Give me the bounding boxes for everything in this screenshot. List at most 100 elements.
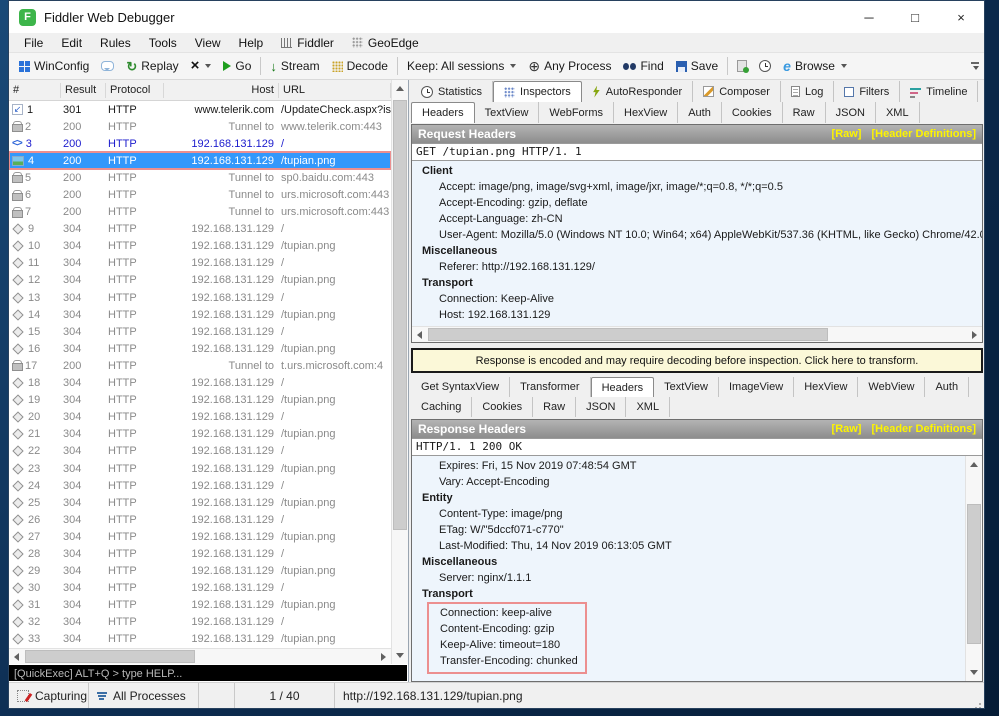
tab-log[interactable]: Log	[781, 81, 834, 102]
toolbar-winconfig-button[interactable]: WinConfig	[13, 55, 95, 77]
session-list-header[interactable]: #ResultProtocolHostURL	[9, 80, 391, 101]
tab-statistics[interactable]: Statistics	[411, 81, 493, 102]
response-tab-transformer[interactable]: Transformer	[510, 377, 591, 397]
toolbar-clipboard-button[interactable]	[731, 55, 753, 77]
scroll-down-icon[interactable]	[970, 670, 978, 675]
tab-inspectors[interactable]: Inspectors	[493, 81, 582, 102]
session-row[interactable]: ↙1301HTTPwww.telerik.com/UpdateCheck.asp…	[9, 101, 391, 118]
session-row[interactable]: 24304HTTP192.168.131.129/	[9, 477, 391, 494]
capturing-indicator[interactable]: Capturing	[9, 683, 89, 708]
request-tab-headers[interactable]: Headers	[411, 102, 475, 123]
header-group[interactable]: Transport	[412, 275, 982, 291]
response-vscrollbar[interactable]	[965, 456, 982, 681]
session-row[interactable]: 7200HTTPTunnel tours.microsoft.com:443	[9, 204, 391, 221]
toolbar-any-process-button[interactable]: ⊕Any Process	[522, 55, 617, 77]
vscroll-thumb[interactable]	[967, 504, 981, 644]
column-header-url[interactable]: URL	[279, 83, 391, 98]
header-item[interactable]: ETag: W/"5dccf071-c770"	[412, 522, 965, 538]
toolbar-save-button[interactable]: Save	[670, 55, 724, 77]
session-row[interactable]: 18304HTTP192.168.131.129/	[9, 375, 391, 392]
toolbar-decode-button[interactable]: Decode	[326, 55, 394, 77]
session-row[interactable]: 22304HTTP192.168.131.129/	[9, 443, 391, 460]
session-row[interactable]: 30304HTTP192.168.131.129/	[9, 580, 391, 597]
request-header-definitions-link[interactable]: [Header Definitions]	[871, 128, 976, 140]
hscroll-thumb[interactable]	[25, 650, 195, 663]
header-item[interactable]: Connection: Keep-Alive	[412, 291, 982, 307]
response-tab-imageview[interactable]: ImageView	[719, 377, 794, 397]
session-list-hscrollbar[interactable]	[9, 648, 391, 664]
session-row[interactable]: 6200HTTPTunnel tours.microsoft.com:443	[9, 186, 391, 203]
response-tab-caching[interactable]: Caching	[411, 397, 472, 417]
toolbar-find-button[interactable]: Find	[617, 55, 669, 77]
response-tab-xml[interactable]: XML	[626, 397, 670, 417]
toolbar-replay-button[interactable]: ↻Replay	[120, 55, 184, 77]
request-tab-webforms[interactable]: WebForms	[539, 102, 614, 123]
header-group[interactable]: Transport	[412, 586, 965, 602]
menu-item-edit[interactable]: Edit	[52, 33, 91, 52]
header-item[interactable]: Host: 192.168.131.129	[412, 307, 982, 323]
header-item[interactable]: Vary: Accept-Encoding	[412, 474, 965, 490]
menu-item-file[interactable]: File	[15, 33, 52, 52]
request-tab-textview[interactable]: TextView	[475, 102, 540, 123]
session-row[interactable]: 27304HTTP192.168.131.129/tupian.png	[9, 528, 391, 545]
request-tab-hexview[interactable]: HexView	[614, 102, 678, 123]
menu-item-help[interactable]: Help	[230, 33, 273, 52]
session-row[interactable]: 19304HTTP192.168.131.129/tupian.png	[9, 392, 391, 409]
request-tab-xml[interactable]: XML	[876, 102, 920, 123]
header-group[interactable]: Entity	[412, 490, 965, 506]
scroll-up-icon[interactable]	[970, 462, 978, 467]
minimize-button[interactable]: ─	[846, 1, 892, 33]
request-status-line[interactable]: GET /tupian.png HTTP/1. 1	[412, 143, 982, 161]
session-row[interactable]: 4200HTTP192.168.131.129/tupian.png	[9, 152, 391, 169]
header-group[interactable]: Miscellaneous	[412, 554, 965, 570]
session-row[interactable]: 9304HTTP192.168.131.129/	[9, 221, 391, 238]
vscroll-thumb[interactable]	[393, 100, 407, 530]
response-tab-hexview[interactable]: HexView	[794, 377, 858, 397]
session-row[interactable]: <>3200HTTP192.168.131.129/	[9, 135, 391, 152]
process-filter[interactable]: All Processes	[89, 683, 199, 708]
header-item[interactable]: Content-Type: image/png	[412, 506, 965, 522]
session-row[interactable]: 28304HTTP192.168.131.129/	[9, 545, 391, 562]
session-list-vscrollbar[interactable]	[391, 80, 408, 664]
header-item[interactable]: Keep-Alive: timeout=180	[429, 637, 585, 653]
scroll-right-icon[interactable]	[972, 331, 977, 339]
header-item[interactable]: Server: nginx/1.1.1	[412, 570, 965, 586]
scroll-left-icon[interactable]	[417, 331, 422, 339]
session-row[interactable]: 20304HTTP192.168.131.129/	[9, 409, 391, 426]
close-button[interactable]: ×	[938, 1, 984, 33]
menu-item-fiddler[interactable]: Fiddler	[272, 33, 343, 52]
session-row[interactable]: 11304HTTP192.168.131.129/	[9, 255, 391, 272]
session-row[interactable]: 16304HTTP192.168.131.129/tupian.png	[9, 340, 391, 357]
session-row[interactable]: 17200HTTPTunnel tot.urs.microsoft.com:4	[9, 357, 391, 374]
header-item[interactable]: Accept: image/png, image/svg+xml, image/…	[412, 179, 982, 195]
session-row[interactable]: 21304HTTP192.168.131.129/tupian.png	[9, 426, 391, 443]
menu-item-rules[interactable]: Rules	[91, 33, 140, 52]
toolbar-keep-all-sessions-button[interactable]: Keep: All sessions	[401, 55, 522, 77]
response-raw-link[interactable]: [Raw]	[832, 423, 862, 435]
scroll-left-icon[interactable]	[14, 653, 19, 661]
header-group[interactable]: Miscellaneous	[412, 243, 982, 259]
response-tab-json[interactable]: JSON	[576, 397, 626, 417]
session-row[interactable]: 15304HTTP192.168.131.129/	[9, 323, 391, 340]
session-row[interactable]: 14304HTTP192.168.131.129/tupian.png	[9, 306, 391, 323]
header-group[interactable]: Client	[412, 163, 982, 179]
hscroll-thumb[interactable]	[428, 328, 828, 341]
session-row[interactable]: 5200HTTPTunnel tosp0.baidu.com:443	[9, 169, 391, 186]
toolbar-xmark-button[interactable]: ×	[185, 55, 218, 77]
column-header-host[interactable]: Host	[164, 83, 279, 98]
session-row[interactable]: 23304HTTP192.168.131.129/tupian.png	[9, 460, 391, 477]
toolbar-overflow-button[interactable]	[968, 57, 982, 75]
session-row[interactable]: 2200HTTPTunnel towww.telerik.com:443	[9, 118, 391, 135]
response-tab-webview[interactable]: WebView	[858, 377, 925, 397]
tab-filters[interactable]: Filters	[834, 81, 900, 102]
response-tab-auth[interactable]: Auth	[925, 377, 969, 397]
toolbar-clock2-button[interactable]	[753, 55, 777, 77]
tab-composer[interactable]: Composer	[693, 81, 781, 102]
request-tab-json[interactable]: JSON	[826, 102, 876, 123]
toolbar-browse-button[interactable]: eBrowse	[777, 55, 853, 77]
toolbar-stream-button[interactable]: ↓Stream	[264, 55, 325, 77]
response-tab-textview[interactable]: TextView	[654, 377, 719, 397]
header-item[interactable]: Referer: http://192.168.131.129/	[412, 259, 982, 275]
session-row[interactable]: 33304HTTP192.168.131.129/tupian.png	[9, 631, 391, 648]
menu-item-view[interactable]: View	[186, 33, 230, 52]
